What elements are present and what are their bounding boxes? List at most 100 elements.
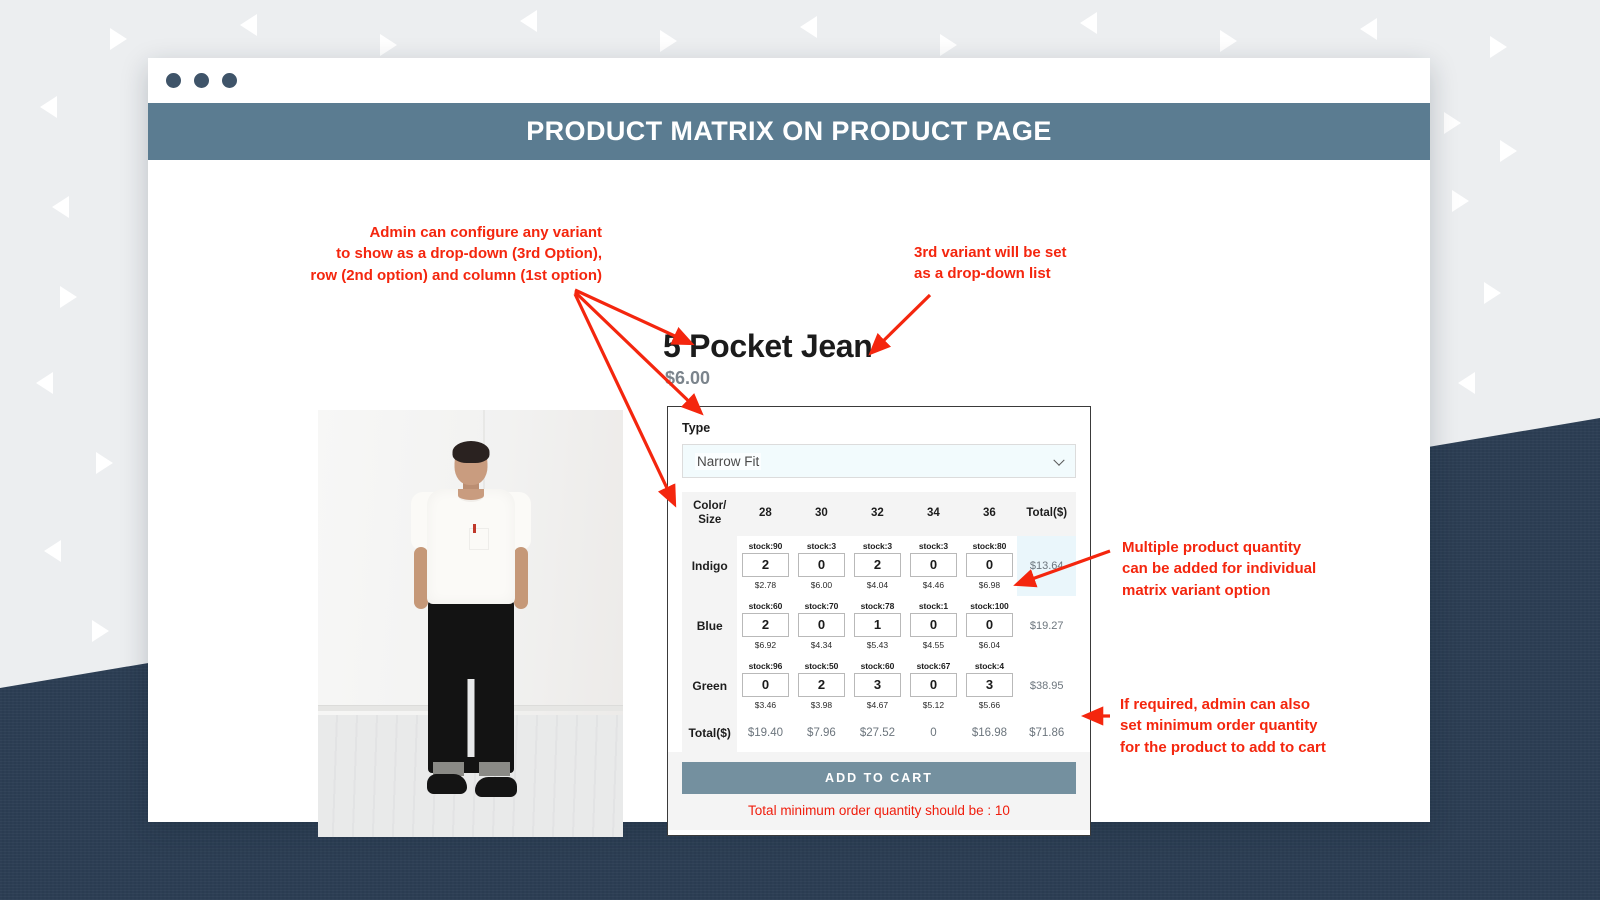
stock-label: stock:60 [860,660,895,671]
unit-price: $4.67 [866,699,889,710]
quantity-input[interactable] [909,552,957,577]
quantity-input[interactable] [741,612,789,637]
row-label-blue: Blue [682,595,738,656]
matrix-cell: stock:3 $4.46 [905,536,961,596]
stock-label: stock:3 [806,540,836,551]
column-header-28: 28 [759,507,772,520]
column-total: $16.98 [971,726,1008,739]
page-title: PRODUCT MATRIX ON PRODUCT PAGE [526,116,1052,146]
chevron-down-icon [1053,454,1065,466]
page-banner: PRODUCT MATRIX ON PRODUCT PAGE [148,103,1430,160]
quantity-input[interactable] [909,612,957,637]
matrix-cell: stock:1 $4.55 [905,596,961,656]
cart-section: ADD TO CART Total minimum order quantity… [668,751,1090,830]
quantity-input[interactable] [797,672,845,697]
matrix-cell: stock:3 $6.00 [793,536,849,596]
matrix-row-indigo: Indigo stock:90 $2.78 stock:3 $6.00 [682,535,1076,596]
column-total: $7.96 [807,726,836,739]
column-total: $27.52 [859,726,896,739]
column-total: 0 [930,726,937,739]
annotation-configure-variant: Admin can configure any variant to show … [310,224,602,284]
quantity-input[interactable] [965,672,1013,697]
quantity-input[interactable] [741,672,789,697]
unit-price: $5.43 [866,639,889,650]
matrix-cell: stock:60 $4.67 [849,656,905,716]
stock-label: stock:50 [804,660,839,671]
page-background: PRODUCT MATRIX ON PRODUCT PAGE 5 Pocket … [0,0,1600,900]
product-matrix-panel: Type Narrow Fit Color/ Size 28 30 32 34 … [667,406,1091,836]
unit-price: $5.12 [922,699,945,710]
quantity-input[interactable] [853,552,901,577]
type-dropdown[interactable]: Narrow Fit [682,444,1076,478]
matrix-row-green: Green stock:96 $3.46 stock:50 $3.98 [682,655,1076,716]
annotation-third-variant-dropdown: 3rd variant will be set as a drop-down l… [914,244,1067,283]
unit-price: $6.98 [978,579,1001,590]
column-header-32: 32 [871,507,884,520]
matrix-cell: stock:4 $5.66 [961,656,1017,716]
quantity-input[interactable] [797,612,845,637]
quantity-input[interactable] [965,612,1013,637]
matrix-totals-row: Total($) $19.40 $7.96 $27.52 0 $16.98 $7… [682,715,1076,752]
quantity-input[interactable] [853,612,901,637]
browser-chrome-bar [148,58,1430,103]
stock-label: stock:1 [918,600,948,611]
quantity-input[interactable] [853,672,901,697]
matrix-cell: stock:100 $6.04 [961,596,1017,656]
row-total: $13.64 [1017,535,1076,596]
stock-label: stock:70 [804,600,839,611]
stock-label: stock:3 [862,540,892,551]
stock-label: stock:60 [748,600,783,611]
stock-label: stock:78 [860,600,895,611]
quantity-input[interactable] [797,552,845,577]
type-label: Type [682,421,711,435]
matrix-cell: stock:96 $3.46 [737,656,793,716]
matrix-row-blue: Blue stock:60 $6.92 stock:70 $4.34 [682,595,1076,656]
unit-price: $4.55 [922,639,945,650]
product-price: $6.00 [665,368,711,388]
quantity-input[interactable] [909,672,957,697]
unit-price: $6.00 [810,579,833,590]
row-total: $38.95 [1029,679,1064,692]
product-image [318,410,623,837]
stock-label: stock:100 [970,600,1009,611]
row-label-indigo: Indigo [682,535,738,596]
unit-price: $2.78 [754,579,777,590]
matrix-cell: stock:90 $2.78 [737,536,793,596]
matrix-cell: stock:50 $3.98 [793,656,849,716]
window-close-dot[interactable] [166,73,181,88]
window-minimize-dot[interactable] [194,73,209,88]
quantity-input[interactable] [741,552,789,577]
matrix-cell: stock:3 $4.04 [849,536,905,596]
grand-total: $71.86 [1029,726,1065,739]
matrix-header-row: Color/ Size 28 30 32 34 36 Total($) [682,492,1076,536]
model-figure [396,441,546,811]
matrix-cell: stock:60 $6.92 [737,596,793,656]
quantity-input[interactable] [965,552,1013,577]
type-dropdown-value: Narrow Fit [695,452,762,470]
unit-price: $3.98 [810,699,833,710]
unit-price: $4.46 [922,579,945,590]
matrix-cell: stock:80 $6.98 [961,536,1017,596]
column-total: $19.40 [747,726,784,739]
column-header-36: 36 [983,507,996,520]
matrix-cell: stock:67 $5.12 [905,656,961,716]
unit-price: $6.04 [978,639,1001,650]
matrix-corner-header: Color/ Size [693,500,727,527]
add-to-cart-button[interactable]: ADD TO CART [682,761,1076,794]
minimum-order-message: Total minimum order quantity should be :… [748,802,1010,818]
unit-price: $4.04 [866,579,889,590]
row-total: $19.27 [1029,619,1064,632]
annotation-minimum-order: If required, admin can also set minimum … [1120,696,1326,756]
variant-matrix-table: Color/ Size 28 30 32 34 36 Total($) Indi… [682,492,1076,752]
window-maximize-dot[interactable] [222,73,237,88]
stock-label: stock:67 [916,660,951,671]
stock-label: stock:4 [974,660,1004,671]
product-title: 5 Pocket Jean [663,328,873,364]
column-header-34: 34 [927,507,940,520]
matrix-cell: stock:78 $5.43 [849,596,905,656]
unit-price: $4.34 [810,639,833,650]
stock-label: stock:90 [748,540,783,551]
totals-row-label: Total($) [682,715,738,752]
stock-label: stock:80 [972,540,1007,551]
unit-price: $6.92 [754,639,777,650]
